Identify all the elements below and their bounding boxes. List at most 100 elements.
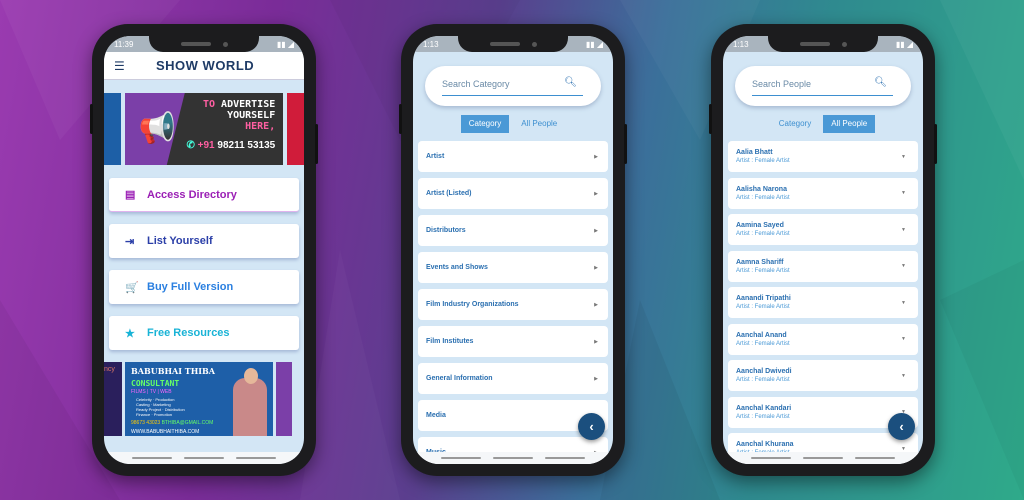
person-name: Aanchal Dwivedi — [736, 368, 792, 375]
person-role: Artist : Female Artist — [736, 231, 790, 237]
notch — [149, 36, 259, 52]
status-time: 1:13 — [733, 39, 749, 49]
cart-icon: 🛒 — [125, 281, 139, 294]
consultant-photo — [233, 378, 267, 436]
system-nav-bar — [104, 452, 304, 464]
category-item[interactable]: Film Industry Organizations ▶ — [418, 289, 608, 320]
search-icon[interactable]: 🔍︎ — [874, 77, 887, 88]
category-label: Film Institutes — [426, 338, 474, 345]
person-role: Artist : Female Artist — [736, 194, 790, 201]
person-name: Aanchal Anand — [736, 331, 787, 339]
tab-category[interactable]: Category — [771, 115, 819, 133]
access-directory-button[interactable]: ▤ Access Directory — [109, 178, 299, 212]
category-item[interactable]: Artist (Listed) ▶ — [418, 178, 608, 209]
advertise-banner[interactable]: 📢 TO ADVERTISE YOURSELF HERE, ✆ +91 9821… — [124, 93, 284, 165]
chevron-right-icon: ▶ — [594, 338, 598, 345]
signal-icons: ▮▮ ◢ — [585, 39, 603, 49]
phone-icon: ✆ — [186, 140, 195, 151]
people-screen: 1:13 ▮▮ ◢ Search People 🔍︎ Category All … — [723, 36, 923, 464]
document-icon: ▤ — [125, 189, 136, 201]
person-name: Aanchal Khurana — [736, 441, 794, 448]
list-yourself-button[interactable]: ⇥ List Yourself — [109, 224, 299, 258]
chevron-right-icon: ▶ — [594, 190, 598, 197]
category-label: Distributors — [426, 227, 466, 234]
chevron-right-icon: ▶ — [594, 227, 598, 234]
chevron-down-icon[interactable]: ▼ — [901, 373, 906, 379]
person-name: Aalisha Narona — [736, 185, 787, 193]
carousel-prev-slide — [104, 93, 121, 165]
category-item[interactable]: Events and Shows ▶ — [418, 252, 608, 283]
phone-mockup-category: 1:13 ▮▮ ◢ Search Category 🔍︎ Category Al… — [399, 24, 627, 476]
chevron-down-icon[interactable]: ▼ — [901, 336, 906, 342]
category-item[interactable]: Film Institutes ▶ — [418, 326, 608, 357]
category-item[interactable]: Artist ▶ — [418, 141, 608, 172]
person-name: Aanandi Tripathi — [736, 295, 791, 302]
consultant-banner[interactable]: BABUBHAI THIBA CONSULTANT FILMS | TV | W… — [125, 362, 273, 436]
search-people-input[interactable]: Search People 🔍︎ — [735, 66, 911, 106]
tab-bar: Category All People — [413, 115, 613, 133]
app-title: SHOW WORLD — [156, 58, 255, 73]
search-category-input[interactable]: Search Category 🔍︎ — [425, 66, 601, 106]
input-icon: ⇥ — [125, 235, 135, 248]
category-label: Media — [426, 412, 446, 419]
person-item[interactable]: Aalia Bhatt Artist : Female Artist ▼ — [728, 141, 918, 172]
category-item[interactable]: General Information ▶ — [418, 363, 608, 394]
person-item[interactable]: Aanandi Tripathi Artist : Female Artist ▼ — [728, 287, 918, 318]
person-item[interactable]: Aamna Shariff Artist : Female Artist ▼ — [728, 250, 918, 282]
phone-mockup-people: 1:13 ▮▮ ◢ Search People 🔍︎ Category All … — [709, 24, 937, 476]
system-nav-bar — [723, 452, 923, 464]
person-name: Aamina Sayed — [736, 222, 784, 229]
system-nav-bar — [413, 452, 613, 464]
person-item[interactable]: Aanchal Dwivedi Artist : Female Artist ▼ — [728, 360, 918, 391]
person-item[interactable]: Aamina Sayed Artist : Female Artist ▼ — [728, 214, 918, 245]
person-name: Aalia Bhatt — [736, 149, 773, 156]
chevron-down-icon[interactable]: ▼ — [901, 190, 906, 196]
chevron-right-icon: ▶ — [594, 375, 598, 382]
person-item[interactable]: Aalisha Narona Artist : Female Artist ▼ — [728, 177, 918, 209]
chevron-down-icon[interactable]: ▼ — [901, 446, 906, 452]
back-fab[interactable]: ‹ — [578, 413, 605, 440]
home-screen: 11:39 ▮▮ ◢ ☰ SHOW WORLD 📢 TO ADVERTISE Y… — [104, 36, 304, 464]
back-fab[interactable]: ‹ — [888, 413, 915, 440]
category-item[interactable]: Distributors ▶ — [418, 215, 608, 246]
tab-category[interactable]: Category — [460, 115, 510, 133]
star-icon: ★ — [125, 327, 135, 340]
phone-mockup-home: 11:39 ▮▮ ◢ ☰ SHOW WORLD 📢 TO ADVERTISE Y… — [90, 24, 318, 476]
person-role: Artist : Female Artist — [736, 413, 790, 420]
person-role: Artist : Female Artist — [736, 377, 790, 383]
chevron-down-icon[interactable]: ▼ — [901, 154, 906, 160]
chevron-down-icon[interactable]: ▼ — [901, 227, 906, 233]
person-role: Artist : Female Artist — [736, 267, 790, 274]
chevron-left-icon: ‹ — [589, 419, 594, 434]
person-name: Aamna Shariff — [736, 258, 784, 266]
chevron-left-icon: ‹ — [899, 419, 904, 434]
status-time: 1:13 — [423, 39, 439, 49]
chevron-down-icon[interactable]: ▼ — [901, 300, 906, 306]
ad-carousel[interactable]: 📢 TO ADVERTISE YOURSELF HERE, ✆ +91 9821… — [104, 80, 304, 178]
tab-all-people[interactable]: All People — [823, 115, 876, 133]
category-label: Film Industry Organizations — [426, 301, 519, 308]
carousel-prev-slide: ncy — [104, 362, 122, 436]
app-bar: ☰ SHOW WORLD — [104, 52, 304, 80]
search-icon[interactable]: 🔍︎ — [564, 77, 577, 88]
tab-all-people[interactable]: All People — [513, 115, 565, 133]
signal-icons: ▮▮ ◢ — [276, 39, 294, 49]
free-resources-button[interactable]: ★ Free Resources — [109, 316, 299, 350]
tab-bar: Category All People — [723, 115, 923, 133]
chevron-right-icon: ▶ — [594, 301, 598, 308]
category-label: Artist — [426, 153, 445, 160]
person-item[interactable]: Aanchal Anand Artist : Female Artist ▼ — [728, 323, 918, 355]
chevron-down-icon[interactable]: ▼ — [901, 263, 906, 269]
person-role: Artist : Female Artist — [736, 158, 790, 164]
person-role: Artist : Female Artist — [736, 304, 790, 310]
carousel-next-slide — [287, 93, 304, 165]
notch — [458, 36, 568, 52]
hamburger-icon[interactable]: ☰ — [114, 59, 144, 73]
consultant-carousel[interactable]: ncy BABUBHAI THIBA CONSULTANT FILMS | TV… — [104, 362, 304, 436]
category-label: Artist (Listed) — [426, 190, 472, 197]
category-label: General Information — [426, 375, 493, 382]
chevron-right-icon: ▶ — [594, 153, 598, 160]
person-role: Artist : Female Artist — [736, 340, 790, 347]
chevron-right-icon: ▶ — [594, 264, 598, 271]
buy-full-version-button[interactable]: 🛒 Buy Full Version — [109, 270, 299, 304]
